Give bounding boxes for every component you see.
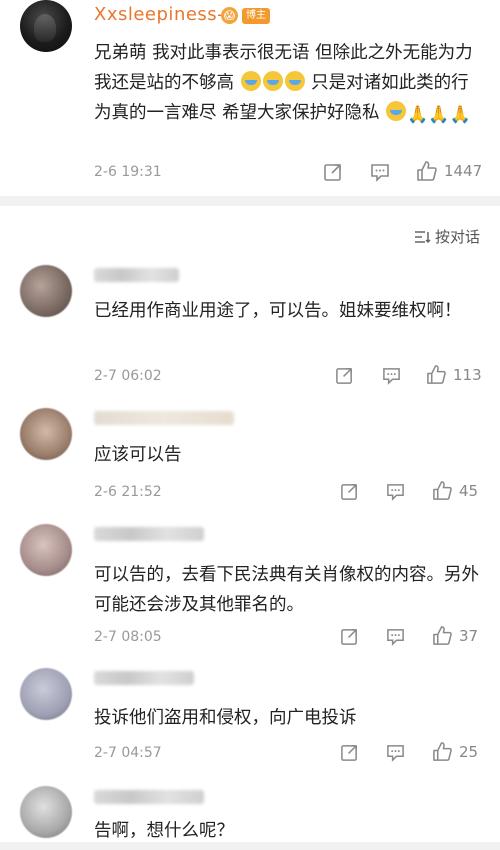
bottom-edge [0, 842, 500, 850]
sort-toggle[interactable]: 按对话 [413, 226, 480, 247]
like-button[interactable]: 113 [426, 364, 482, 385]
post-time: 2-6 19:31 [94, 164, 162, 180]
comment-button[interactable] [386, 482, 405, 501]
crying-face-icon [262, 71, 283, 91]
thumbs-up-icon [427, 365, 446, 384]
thumbs-up-icon [433, 742, 452, 761]
comment-text: 可以告的，去看下民法典有关肖像权的内容。另外可能还会涉及其他罪名的。 [94, 565, 479, 615]
repost-icon [324, 164, 341, 181]
commenter-name-blurred [94, 268, 179, 282]
thumbs-up-icon [433, 626, 452, 645]
comment-button[interactable] [386, 743, 405, 762]
like-button[interactable]: 1447 [416, 160, 482, 182]
commenter-name-blurred [94, 790, 204, 804]
commenter-name-blurred [94, 671, 194, 685]
like-count: 113 [453, 365, 482, 384]
like-count: 37 [459, 626, 479, 645]
sort-icon [414, 230, 431, 243]
comment-time: 2-7 08:05 [94, 629, 162, 645]
thumbs-up-icon [433, 481, 452, 500]
comment-button[interactable] [382, 366, 401, 385]
author-avatar[interactable] [20, 0, 72, 52]
comment-icon [387, 629, 404, 646]
repost-button[interactable] [335, 366, 354, 385]
comment-text: 投诉他们盗用和侵权，向广电投诉 [94, 708, 357, 728]
commenter-avatar[interactable] [20, 786, 72, 838]
like-count: 25 [459, 742, 479, 761]
comment-icon [371, 164, 389, 182]
crying-face-icon [284, 71, 305, 91]
thumbs-up-icon [417, 161, 437, 181]
like-count: 45 [459, 481, 479, 500]
comment-time: 2-7 06:02 [94, 368, 162, 384]
repost-icon [341, 484, 357, 500]
comment-icon [387, 484, 404, 501]
commenter-avatar[interactable] [20, 524, 72, 576]
repost-button[interactable] [323, 162, 343, 182]
pray-icon: 🙏🙏🙏 [407, 105, 471, 125]
comment-text: 应该可以告 [94, 445, 182, 465]
author-username[interactable]: Xxsleepiness- [94, 4, 224, 25]
repost-button[interactable] [340, 627, 359, 646]
repost-icon [336, 368, 352, 384]
commenter-avatar[interactable] [20, 265, 72, 317]
commenter-avatar[interactable] [20, 408, 72, 460]
comment-button[interactable] [370, 162, 390, 182]
like-button[interactable]: 37 [432, 625, 478, 646]
comment-time: 2-7 04:57 [94, 745, 162, 761]
section-divider [0, 196, 500, 206]
crying-face-icon [240, 71, 261, 91]
repost-button[interactable] [340, 482, 359, 501]
sort-label: 按对话 [434, 228, 480, 246]
comment-text: 已经用作商业用途了，可以告。姐妹要维权啊！ [94, 301, 462, 321]
comment-button[interactable] [386, 627, 405, 646]
author-badge-icon: 😱 [221, 7, 238, 24]
commenter-avatar[interactable] [20, 668, 72, 720]
repost-icon [341, 629, 357, 645]
post-text: 兄弟萌 我对此事表示很无语 但除此之外无能为力 我还是站的不够高 只是对诸如此类… [94, 38, 484, 130]
comment-time: 2-6 21:52 [94, 484, 162, 500]
repost-button[interactable] [340, 743, 359, 762]
original-post: Xxsleepiness- 😱 博主 兄弟萌 我对此事表示很无语 但除此之外无能… [0, 0, 500, 196]
comment-icon [387, 745, 404, 762]
role-badge: 博主 [242, 8, 270, 24]
commenter-name-blurred [94, 527, 204, 541]
like-count: 1447 [444, 162, 483, 180]
crying-face-icon [386, 101, 407, 121]
like-button[interactable]: 45 [432, 480, 478, 501]
commenter-name-blurred [94, 411, 234, 425]
like-button[interactable]: 25 [432, 741, 478, 762]
comment-icon [383, 368, 400, 385]
repost-icon [341, 745, 357, 761]
